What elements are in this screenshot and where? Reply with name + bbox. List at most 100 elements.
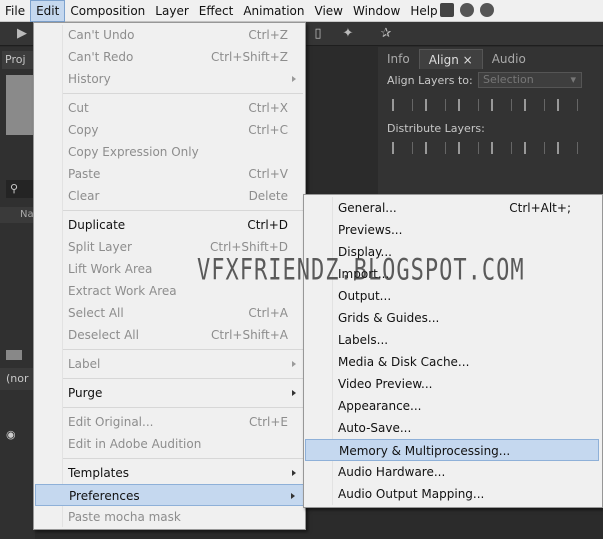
menu-help[interactable]: Help xyxy=(405,0,442,22)
menu-item-label: Video Preview... xyxy=(338,377,433,391)
pref-item-output[interactable]: Output... xyxy=(305,285,599,307)
align-to-select[interactable]: Selection ▾ xyxy=(478,72,582,88)
distribute-buttons-row xyxy=(392,142,578,154)
menu-item-split-layer[interactable]: Split Layer Ctrl+Shift+D xyxy=(35,236,304,258)
pref-item-import[interactable]: Import... xyxy=(305,263,599,285)
menu-item-label: Can't Undo xyxy=(68,28,135,42)
align-center-v-icon[interactable] xyxy=(524,99,545,111)
menu-item-select-all[interactable]: Select All Ctrl+A xyxy=(35,302,304,324)
menu-item-duplicate[interactable]: Duplicate Ctrl+D xyxy=(35,214,304,236)
menu-item-paste-mocha-mask[interactable]: Paste mocha mask xyxy=(35,506,304,528)
menu-item-copy-expression-only[interactable]: Copy Expression Only xyxy=(35,141,304,163)
pref-item-grids-guides[interactable]: Grids & Guides... xyxy=(305,307,599,329)
submenu-arrow-icon xyxy=(292,76,296,82)
menu-separator xyxy=(63,458,303,459)
align-bottom-icon[interactable] xyxy=(557,99,578,111)
distribute-right-icon[interactable] xyxy=(557,142,578,154)
menu-item-undo[interactable]: Can't Undo Ctrl+Z xyxy=(35,24,304,46)
roto-brush-tool-icon[interactable]: ✦ xyxy=(340,26,356,42)
close-icon[interactable]: × xyxy=(463,53,473,67)
distribute-left-icon[interactable] xyxy=(491,142,512,154)
project-panel-tab[interactable]: Proj xyxy=(2,51,35,69)
menu-item-purge[interactable]: Purge xyxy=(35,382,304,404)
menu-item-deselect-all[interactable]: Deselect All Ctrl+Shift+A xyxy=(35,324,304,346)
pref-item-audio-output-mapping[interactable]: Audio Output Mapping... xyxy=(305,483,599,505)
pref-item-audio-hardware[interactable]: Audio Hardware... xyxy=(305,461,599,483)
snap-icon[interactable] xyxy=(440,3,454,17)
film-icon[interactable] xyxy=(6,350,22,360)
menu-item-label: Extract Work Area xyxy=(68,284,177,298)
project-column-header[interactable]: Na xyxy=(0,207,35,223)
menu-edit[interactable]: Edit xyxy=(30,0,66,22)
menu-item-label: Audio Output Mapping... xyxy=(338,487,485,501)
distribute-bottom-icon[interactable] xyxy=(458,142,479,154)
menu-file[interactable]: File xyxy=(0,0,30,22)
preferences-submenu: General... Ctrl+Alt+; Previews... Display… xyxy=(303,194,603,508)
menu-item-label: Purge xyxy=(68,386,103,400)
pref-item-media-disk-cache[interactable]: Media & Disk Cache... xyxy=(305,351,599,373)
menu-item-shortcut: Ctrl+A xyxy=(248,306,288,320)
pref-item-general[interactable]: General... Ctrl+Alt+; xyxy=(305,197,599,219)
menu-item-label: Can't Redo xyxy=(68,50,134,64)
menu-item-preferences[interactable]: Preferences xyxy=(35,484,304,506)
selection-tool-icon[interactable]: ▶ xyxy=(14,26,30,42)
eraser-tool-icon[interactable]: ▯ xyxy=(310,26,326,42)
menu-window[interactable]: Window xyxy=(348,0,405,22)
menu-item-label: Templates xyxy=(68,466,130,480)
align-center-h-icon[interactable] xyxy=(425,99,446,111)
menu-item-edit-original[interactable]: Edit Original... Ctrl+E xyxy=(35,411,304,433)
menu-animation[interactable]: Animation xyxy=(238,0,309,22)
align-left-icon[interactable] xyxy=(392,99,413,111)
menu-item-paste[interactable]: Paste Ctrl+V xyxy=(35,163,304,185)
pref-item-previews[interactable]: Previews... xyxy=(305,219,599,241)
menu-item-label: Output... xyxy=(338,289,392,303)
chevron-down-icon: ▾ xyxy=(570,73,576,86)
menu-item-label: Auto-Save... xyxy=(338,421,412,435)
menu-separator xyxy=(63,407,303,408)
distribute-center-v-icon[interactable] xyxy=(425,142,446,154)
menu-item-templates[interactable]: Templates xyxy=(35,462,304,484)
tab-info[interactable]: Info xyxy=(378,49,419,69)
pref-item-display[interactable]: Display... xyxy=(305,241,599,263)
menu-item-label: Media & Disk Cache... xyxy=(338,355,470,369)
pref-item-video-preview[interactable]: Video Preview... xyxy=(305,373,599,395)
menu-item-label-submenu[interactable]: Label xyxy=(35,353,304,375)
distribute-top-icon[interactable] xyxy=(392,142,413,154)
pref-item-appearance[interactable]: Appearance... xyxy=(305,395,599,417)
menu-item-shortcut: Ctrl+D xyxy=(247,218,288,232)
menu-item-cut[interactable]: Cut Ctrl+X xyxy=(35,97,304,119)
menu-item-edit-in-audition[interactable]: Edit in Adobe Audition xyxy=(35,433,304,455)
menu-item-redo[interactable]: Can't Redo Ctrl+Shift+Z xyxy=(35,46,304,68)
menu-item-lift-work-area[interactable]: Lift Work Area xyxy=(35,258,304,280)
menu-item-label: General... xyxy=(338,201,397,215)
eye-icon[interactable]: ◉ xyxy=(6,428,16,441)
align-panel: Info Align × Audio Align Layers to: Sele… xyxy=(378,47,603,197)
align-to-select-value: Selection xyxy=(483,73,534,86)
menu-item-clear[interactable]: Clear Delete xyxy=(35,185,304,207)
pref-item-auto-save[interactable]: Auto-Save... xyxy=(305,417,599,439)
menu-item-extract-work-area[interactable]: Extract Work Area xyxy=(35,280,304,302)
menu-item-label: Edit in Adobe Audition xyxy=(68,437,202,451)
menu-item-label: History xyxy=(68,72,111,86)
menu-view[interactable]: View xyxy=(310,0,348,22)
menu-item-label: Deselect All xyxy=(68,328,139,342)
tab-align[interactable]: Align × xyxy=(418,49,483,69)
menu-item-copy[interactable]: Copy Ctrl+C xyxy=(35,119,304,141)
circle-icon[interactable] xyxy=(460,3,474,17)
tab-audio[interactable]: Audio xyxy=(483,49,535,69)
puppet-pin-tool-icon[interactable]: ✰ xyxy=(378,26,394,42)
pref-item-labels[interactable]: Labels... xyxy=(305,329,599,351)
menu-layer[interactable]: Layer xyxy=(150,0,193,22)
menu-effect[interactable]: Effect xyxy=(194,0,239,22)
menu-item-label: Label xyxy=(68,357,101,371)
align-right-icon[interactable] xyxy=(458,99,479,111)
search-icon[interactable]: ⚲ xyxy=(6,180,35,198)
menu-item-label: Clear xyxy=(68,189,100,203)
timeline-tab[interactable]: (nor xyxy=(0,368,35,390)
align-top-icon[interactable] xyxy=(491,99,512,111)
menu-item-history[interactable]: History xyxy=(35,68,304,90)
distribute-center-h-icon[interactable] xyxy=(524,142,545,154)
menu-composition[interactable]: Composition xyxy=(65,0,150,22)
circle-icon[interactable] xyxy=(480,3,494,17)
pref-item-memory-multiprocessing[interactable]: Memory & Multiprocessing... xyxy=(305,439,599,461)
